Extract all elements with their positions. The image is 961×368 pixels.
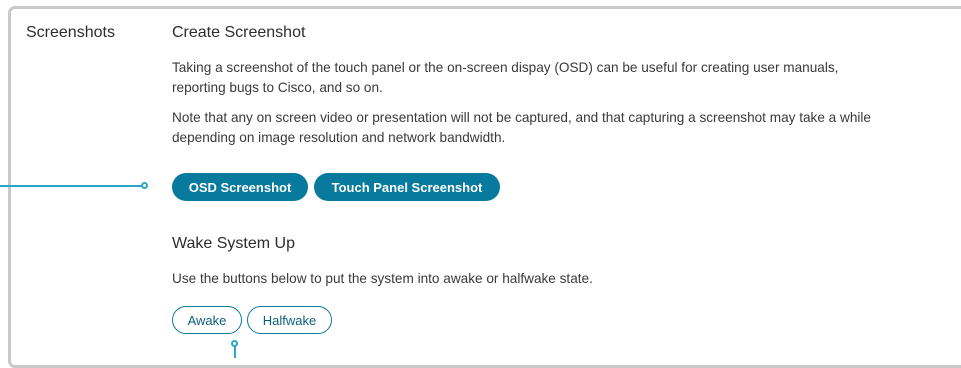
touch-panel-screenshot-button[interactable]: Touch Panel Screenshot xyxy=(314,173,500,201)
description-line: Taking a screenshot of the touch panel o… xyxy=(172,60,839,75)
create-screenshot-heading: Create Screenshot xyxy=(172,24,306,41)
section-label: Screenshots xyxy=(26,24,115,41)
wake-system-heading: Wake System Up xyxy=(172,235,295,252)
wake-system-description: Use the buttons below to put the system … xyxy=(172,271,593,286)
halfwake-button[interactable]: Halfwake xyxy=(247,306,332,334)
create-screenshot-note: Note that any on screen video or present… xyxy=(172,108,961,148)
osd-screenshot-button[interactable]: OSD Screenshot xyxy=(172,173,308,201)
note-line: Note that any on screen video or present… xyxy=(172,110,871,125)
callout-line xyxy=(0,185,142,187)
awake-button[interactable]: Awake xyxy=(172,306,242,334)
note-line: depending on image resolution and networ… xyxy=(172,130,506,145)
create-screenshot-description: Taking a screenshot of the touch panel o… xyxy=(172,58,961,98)
callout-dot xyxy=(141,182,148,189)
callout-line xyxy=(234,346,236,358)
description-line: reporting bugs to Cisco, and so on. xyxy=(172,80,383,95)
